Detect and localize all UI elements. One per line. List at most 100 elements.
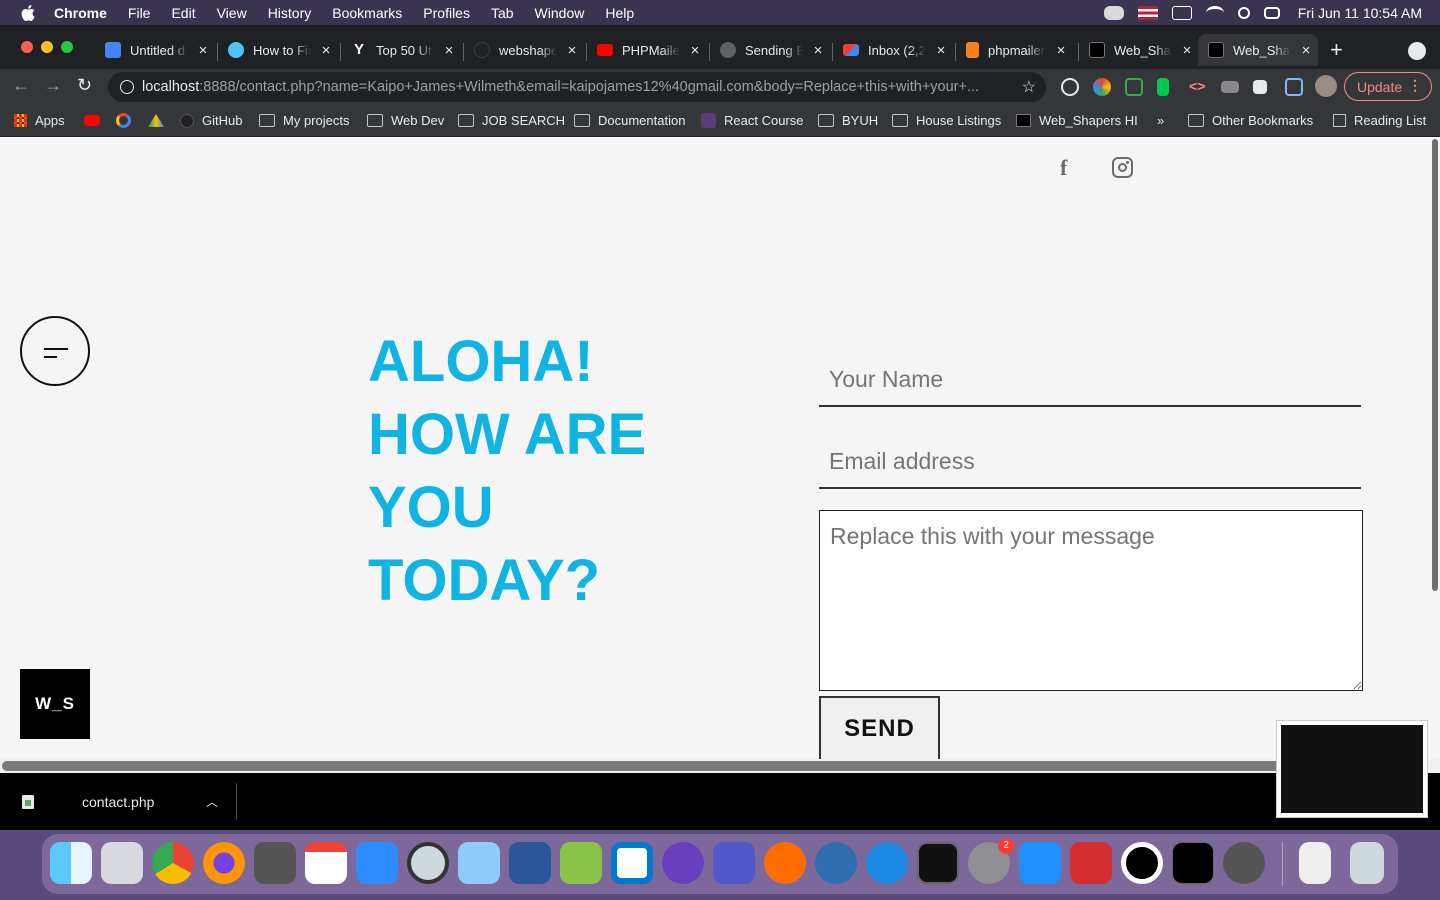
- chevron-up-icon[interactable]: ︿: [206, 793, 218, 810]
- tab-phpmailer-stackoverflow[interactable]: phpmailer ×: [956, 34, 1077, 66]
- menu-help[interactable]: Help: [605, 5, 634, 21]
- coda-icon[interactable]: [560, 842, 602, 884]
- calculator-icon[interactable]: [254, 842, 296, 884]
- color-picker-icon[interactable]: [1093, 78, 1111, 96]
- word-icon[interactable]: [509, 842, 551, 884]
- profile-avatar[interactable]: [1315, 75, 1337, 97]
- facebook-icon[interactable]: f: [1060, 155, 1067, 181]
- forward-arrow-icon[interactable]: →: [44, 75, 62, 96]
- finder-icon[interactable]: [50, 842, 92, 884]
- menu-tab[interactable]: Tab: [491, 5, 514, 21]
- quicktime-icon[interactable]: [407, 842, 449, 884]
- system-preferences-icon[interactable]: 2: [968, 838, 1014, 884]
- bookmark-react-course[interactable]: React Course: [701, 105, 803, 136]
- menu-file[interactable]: File: [128, 5, 151, 21]
- calendar-icon[interactable]: [305, 842, 347, 884]
- wifi-icon[interactable]: [1205, 5, 1224, 20]
- sequel-elephant-icon[interactable]: [866, 842, 908, 884]
- code-brackets-icon[interactable]: <>: [1189, 78, 1207, 96]
- tab-sending-email[interactable]: Sending E ×: [710, 34, 831, 66]
- download-filename[interactable]: contact.php: [82, 794, 154, 810]
- bookmark-byuh[interactable]: BYUH: [818, 105, 878, 136]
- menu-edit[interactable]: Edit: [171, 5, 195, 21]
- close-tab-icon[interactable]: ×: [196, 42, 210, 59]
- preview-icon[interactable]: [458, 842, 500, 884]
- bookmark-github[interactable]: GitHub: [180, 105, 242, 136]
- bookmark-reading-list[interactable]: Reading List: [1333, 105, 1426, 136]
- menu-window[interactable]: Window: [535, 5, 585, 21]
- hamburger-menu-button[interactable]: [20, 316, 90, 386]
- screenshot-icon[interactable]: [1125, 78, 1143, 96]
- close-tab-icon[interactable]: ×: [688, 42, 702, 59]
- close-tab-icon[interactable]: ×: [1299, 42, 1313, 59]
- terminal-icon[interactable]: [917, 842, 959, 884]
- bookmark-google[interactable]: [116, 105, 139, 136]
- evernote-elephant-icon[interactable]: [1103, 5, 1124, 20]
- close-tab-icon[interactable]: ×: [1054, 42, 1068, 59]
- tab-how-to-find[interactable]: How to Fin ×: [218, 34, 339, 66]
- more-menu-icon[interactable]: ⋮: [1408, 77, 1422, 94]
- teams-icon[interactable]: [713, 842, 755, 884]
- site-logo[interactable]: W_S: [20, 669, 90, 739]
- update-button[interactable]: Update ⋮: [1344, 72, 1432, 101]
- photo-booth-icon[interactable]: [1070, 842, 1112, 884]
- scrollbar-thumb[interactable]: [2, 761, 1428, 771]
- screenshot-thumbnail-preview[interactable]: [1276, 720, 1428, 818]
- vscode-icon[interactable]: [611, 842, 653, 884]
- bookmark-documentation[interactable]: Documentation: [574, 105, 685, 136]
- close-tab-icon[interactable]: ×: [565, 42, 579, 59]
- bookmark-youtube[interactable]: [84, 105, 108, 136]
- scrollbar-thumb[interactable]: [1432, 139, 1438, 591]
- new-tab-icon[interactable]: +: [1330, 39, 1343, 61]
- menu-history[interactable]: History: [268, 5, 312, 21]
- exec-terminal-icon[interactable]: [1172, 842, 1214, 884]
- documents-icon[interactable]: [1299, 842, 1331, 884]
- back-arrow-icon[interactable]: ←: [12, 75, 30, 96]
- menu-app-name[interactable]: Chrome: [54, 5, 107, 21]
- apple-logo-icon[interactable]: [20, 4, 38, 22]
- spotlight-search-icon[interactable]: [1237, 6, 1250, 19]
- email-input[interactable]: [819, 435, 1361, 489]
- message-textarea[interactable]: [819, 510, 1363, 691]
- pencil-app-icon[interactable]: [764, 842, 806, 884]
- vertical-scrollbar[interactable]: [1430, 137, 1440, 759]
- tab-gmail-inbox[interactable]: Inbox (2,2 ×: [833, 34, 954, 66]
- zoom-icon[interactable]: [356, 842, 398, 884]
- address-bar[interactable]: localhost :8888/contact.php?name=Kaipo+J…: [108, 72, 1046, 102]
- tab-webshapers-github[interactable]: webshape ×: [464, 34, 585, 66]
- instagram-icon[interactable]: [1112, 157, 1133, 178]
- tab-web-shapers-1[interactable]: Web_Shap ×: [1079, 34, 1196, 66]
- bookmark-my-projects[interactable]: My projects: [259, 105, 349, 136]
- close-tab-icon[interactable]: ×: [442, 42, 456, 59]
- close-tab-icon[interactable]: ×: [1180, 42, 1194, 59]
- bookmark-web-dev[interactable]: Web Dev: [367, 105, 444, 136]
- zoom-window-icon[interactable]: [61, 41, 73, 53]
- menu-bookmarks[interactable]: Bookmarks: [332, 5, 402, 21]
- close-tab-icon[interactable]: ×: [319, 42, 333, 59]
- extensions-puzzle-icon[interactable]: [1253, 80, 1267, 94]
- horizontal-scrollbar[interactable]: [0, 759, 1440, 773]
- reload-icon[interactable]: ↻: [77, 75, 92, 96]
- tab-untitled-doc[interactable]: Untitled d ×: [95, 34, 216, 66]
- obs-icon[interactable]: [1121, 842, 1163, 884]
- bookmark-google-drive[interactable]: [148, 105, 172, 136]
- battery-icon[interactable]: [1171, 5, 1192, 20]
- tab-web-shapers-active[interactable]: Web_Shap ×: [1198, 34, 1318, 66]
- send-button[interactable]: SEND: [819, 696, 940, 759]
- video-extension-icon[interactable]: [1221, 81, 1239, 93]
- extension-green-icon[interactable]: [1157, 78, 1169, 96]
- bookmark-house-listings[interactable]: House Listings: [892, 105, 1001, 136]
- trash-icon[interactable]: [1350, 842, 1384, 884]
- us-flag-icon[interactable]: [1137, 5, 1158, 20]
- launchpad-icon[interactable]: [101, 842, 143, 884]
- bookmark-web-shapers-hi[interactable]: Web_Shapers HI: [1016, 105, 1138, 136]
- app-store-icon[interactable]: [1019, 842, 1061, 884]
- bookmark-job-search[interactable]: JOB SEARCH: [458, 105, 565, 136]
- tableplus-elephant-icon[interactable]: [815, 842, 857, 884]
- menu-profiles[interactable]: Profiles: [423, 5, 470, 21]
- chrome-icon[interactable]: [152, 842, 194, 884]
- cast-icon[interactable]: [1285, 78, 1303, 96]
- react-devtools-icon[interactable]: [1061, 78, 1079, 96]
- imovie-icon[interactable]: [662, 842, 704, 884]
- bookmark-apps[interactable]: Apps: [14, 105, 65, 136]
